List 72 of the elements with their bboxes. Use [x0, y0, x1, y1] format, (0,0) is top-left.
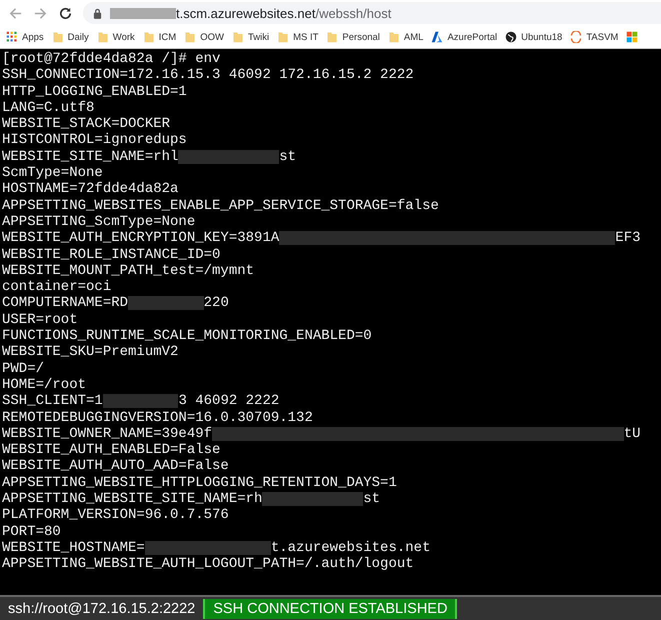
terminal-text: WEBSITE_AUTH_ENABLED=False: [2, 442, 220, 458]
bookmark-link[interactable]: Ubuntu18: [521, 32, 562, 42]
terminal-text: HOSTNAME=72fdde4da82a: [2, 181, 178, 198]
bookmark-link[interactable]: Personal: [342, 32, 380, 42]
terminal-text: APPSETTING_WEBSITE_HTTPLOGGING_RETENTION_DAYS=1: [2, 474, 397, 492]
back-icon[interactable]: [8, 6, 23, 20]
terminal-text: WEBSITE_HOSTNAME=: [2, 540, 145, 556]
terminal-text: EF3: [615, 230, 641, 247]
terminal-text: APPSETTING_WEBSITE_AUTH_LOGOUT_PATH=/.auth/logout: [2, 556, 414, 572]
folder-icon: [277, 31, 290, 43]
bookmark-link[interactable]: OOW: [200, 32, 224, 42]
bookmark-link[interactable]: MS IT: [293, 32, 318, 42]
terminal-text: WEBSITE_AUTH_AUTO_AAD=False: [2, 458, 229, 475]
ring-icon: [570, 31, 582, 43]
terminal-text: PLATFORM_VERSION=96.0.7.576: [2, 507, 229, 524]
terminal-text: WEBSITE_ROLE_INSTANCE_ID=0: [2, 246, 220, 263]
reload-icon[interactable]: [58, 6, 73, 20]
terminal-text: st: [279, 148, 296, 166]
folder-icon: [142, 31, 155, 43]
terminal-text: WEBSITE_STACK=DOCKER: [2, 116, 170, 132]
folder-icon: [96, 31, 109, 43]
connection-address: ssh://root@172.16.15.2:2222: [7, 600, 196, 616]
bookmark-link[interactable]: Work: [112, 32, 135, 42]
folder-icon: [326, 31, 338, 43]
terminal-text: WEBSITE_SITE_NAME=rhl: [2, 148, 178, 166]
folder-icon: [52, 31, 64, 43]
terminal-text: tU: [624, 426, 641, 442]
squares-icon: [626, 31, 638, 43]
bookmark-link[interactable]: Apps: [22, 32, 44, 42]
terminal-text: WEBSITE_SKU=PremiumV2: [2, 344, 178, 361]
bookmark-link[interactable]: Twiki: [248, 32, 270, 42]
terminal-text: WEBSITE_MOUNT_PATH_test=/mymnt: [2, 262, 254, 280]
terminal-text: container=oci: [2, 279, 112, 296]
folder-icon: [232, 31, 244, 43]
terminal-text: APPSETTING_WEBSITES_ENABLE_APP_SERVICE_STORAGE=false: [2, 198, 439, 214]
terminal-text: WEBSITE_AUTH_ENCRYPTION_KEY=3891A: [2, 230, 280, 247]
terminal-text: SSH_CLIENT=1: [2, 393, 103, 410]
terminal-text: SSH_CONNECTION=172.16.15.3 46092 172.16.15.2 2222: [2, 67, 414, 84]
lock-icon: [93, 8, 102, 18]
terminal-text: ScmType=None: [2, 165, 103, 182]
terminal-text: 3 46092 2222: [178, 393, 280, 410]
terminal-text: COMPUTERNAME=RD: [2, 295, 128, 312]
terminal-text: PWD=/: [2, 360, 44, 377]
terminal-text: REMOTEDEBUGGINGVERSION=16.0.30709.132: [2, 410, 313, 426]
terminal-text: HOME=/root: [2, 376, 86, 394]
terminal-text: FUNCTIONS_RUNTIME_SCALE_MONITORING_ENABLED=0: [2, 328, 372, 344]
bookmark-link[interactable]: TASVM: [586, 32, 618, 42]
terminal-text: WEBSITE_OWNER_NAME=39e49f: [2, 426, 212, 442]
folder-icon: [388, 31, 400, 43]
terminal-text: USER=root: [2, 312, 78, 328]
bookmark-link[interactable]: Daily: [68, 32, 89, 42]
address-bar[interactable]: t.scm.azurewebsites.net/webssh/host: [83, 2, 661, 24]
terminal-text: APPSETTING_WEBSITE_SITE_NAME=rh: [2, 491, 262, 508]
terminal-text: [root@72fdde4da82a /]# env: [2, 51, 220, 68]
azure-icon: [431, 31, 444, 43]
apps-icon: [6, 31, 18, 43]
terminal-text: 220: [204, 295, 229, 312]
redaction-block: [110, 8, 176, 18]
terminal-text: HISTCONTROL=ignoredups: [2, 132, 187, 149]
terminal-text: HTTP_LOGGING_ENABLED=1: [2, 84, 187, 100]
bookmark-link[interactable]: ICM: [158, 32, 176, 42]
globe-icon: [505, 31, 518, 43]
folder-icon: [184, 31, 196, 43]
forward-icon[interactable]: [33, 6, 48, 20]
terminal-text: st: [363, 491, 380, 508]
bookmark-link[interactable]: AML: [404, 32, 424, 42]
terminal-text: PORT=80: [2, 524, 61, 540]
terminal-text: t.azurewebsites.net: [270, 540, 430, 556]
bookmark-link[interactable]: AzurePortal: [447, 32, 498, 42]
connection-status: SSH CONNECTION ESTABLISHED: [203, 598, 458, 618]
terminal-text: LANG=C.utf8: [2, 100, 94, 116]
terminal-text: APPSETTING_ScmType=None: [2, 214, 196, 230]
